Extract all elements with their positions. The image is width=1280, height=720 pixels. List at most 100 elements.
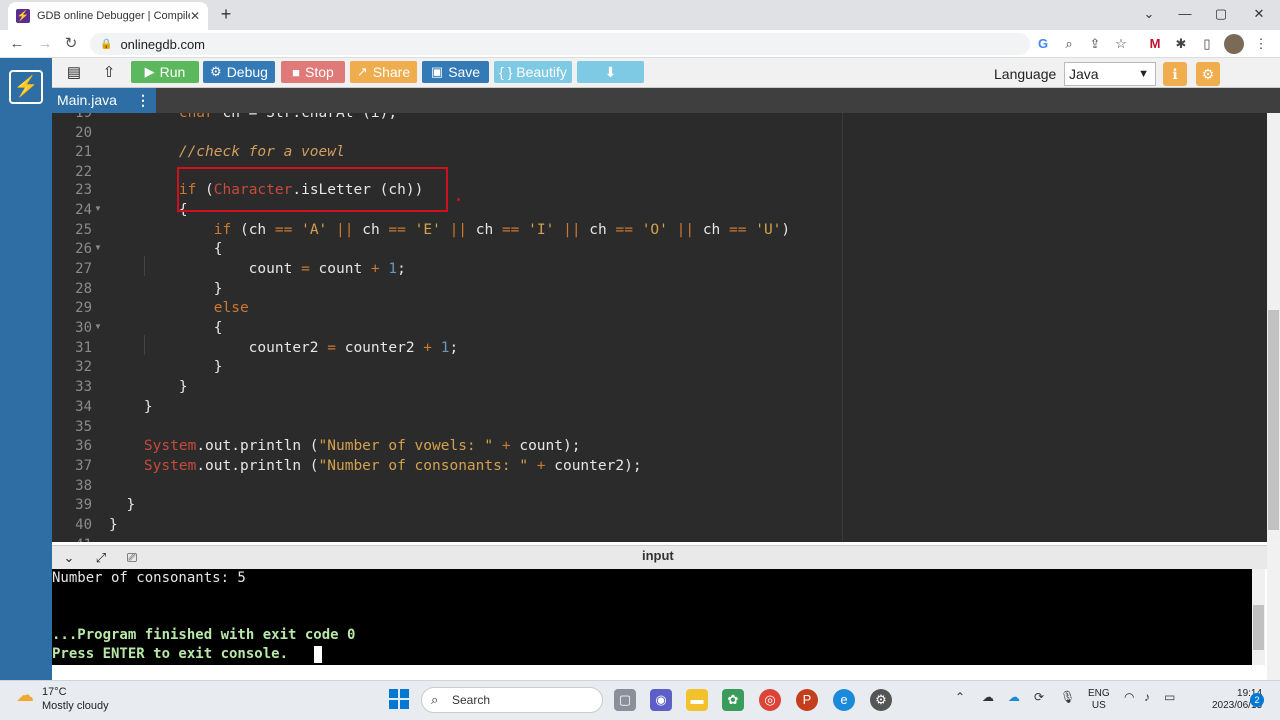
- lang-code: ENG: [1088, 688, 1110, 699]
- gdb-sidebar: [0, 58, 52, 680]
- upload-icon[interactable]: ⇧: [97, 62, 121, 84]
- close-tab-icon[interactable]: ✕: [190, 9, 200, 23]
- debug-button[interactable]: ⚙ Debug: [203, 61, 275, 83]
- code-line: }: [109, 399, 153, 415]
- code-line: }: [109, 359, 223, 375]
- browser-tab-title: GDB online Debugger | Compile: [37, 10, 190, 22]
- line-number: 21: [75, 144, 92, 160]
- tab-search-icon[interactable]: ⌄: [1136, 3, 1162, 25]
- highlight-box: [177, 167, 448, 212]
- line-number: 37: [75, 458, 92, 474]
- code-line: }: [109, 497, 136, 513]
- chrome-icon[interactable]: ◎: [759, 689, 781, 711]
- fold-arrow-icon[interactable]: ▼: [94, 238, 102, 258]
- bookmark-star-icon[interactable]: ☆: [1112, 35, 1130, 53]
- fold-arrow-icon[interactable]: ▼: [94, 317, 102, 337]
- stop-icon: ■: [292, 64, 301, 80]
- extension-m-icon[interactable]: M: [1146, 35, 1164, 53]
- url-text: onlinegdb.com: [120, 36, 206, 52]
- edge-icon[interactable]: e: [833, 689, 855, 711]
- back-arrow-icon[interactable]: ←: [6, 33, 28, 55]
- settings-button[interactable]: ⚙: [1196, 62, 1220, 86]
- console-output[interactable]: Number of consonants: 5 ...Program finis…: [52, 569, 1252, 665]
- onedrive-cloud-icon[interactable]: ☁: [982, 690, 994, 704]
- share-page-icon[interactable]: ⇪: [1086, 35, 1104, 53]
- weather-temp: 17°C: [42, 686, 67, 698]
- line-number: 25: [75, 222, 92, 238]
- profile-avatar[interactable]: [1224, 34, 1244, 54]
- language-label: Language: [994, 66, 1057, 82]
- zoom-icon[interactable]: ⌕: [1060, 35, 1078, 53]
- windows-start-icon[interactable]: [389, 689, 409, 709]
- url-field[interactable]: 🔒 onlinegdb.com: [90, 33, 1030, 55]
- editor-scroll-thumb[interactable]: [1268, 310, 1279, 530]
- beautify-button[interactable]: { } Beautify: [494, 61, 572, 83]
- line-number: 33: [75, 379, 92, 395]
- console-title: input: [642, 548, 674, 563]
- download-button[interactable]: ⬇: [577, 61, 644, 83]
- line-number: 24: [75, 202, 92, 218]
- line-number: 34: [75, 399, 92, 415]
- new-file-icon[interactable]: ▤: [62, 62, 86, 84]
- cloud-sun-icon: ☁: [16, 685, 34, 705]
- browser-tab[interactable]: ⚡ GDB online Debugger | Compile ✕: [8, 2, 208, 30]
- annotation-dot: [457, 198, 460, 201]
- file-explorer-icon[interactable]: ▬: [686, 689, 708, 711]
- store-icon[interactable]: ✿: [722, 689, 744, 711]
- code-line: char ch = Str.charAt (i);: [178, 113, 398, 121]
- volume-icon[interactable]: ♪: [1144, 690, 1150, 704]
- info-button[interactable]: ℹ: [1163, 62, 1187, 86]
- download-icon: ⬇: [604, 63, 617, 80]
- side-panel-icon[interactable]: ▯: [1198, 35, 1216, 53]
- browser-menu-icon[interactable]: ⋮: [1252, 35, 1270, 53]
- file-tab-label: Main.java: [57, 92, 117, 108]
- task-view-icon[interactable]: ▢: [614, 689, 636, 711]
- run-label: Run: [159, 64, 186, 80]
- run-button[interactable]: ▶ Run: [131, 61, 199, 83]
- maximize-window-button[interactable]: ▢: [1208, 3, 1234, 25]
- expand-icon[interactable]: ⤢: [91, 549, 111, 567]
- collapse-chevron-icon[interactable]: ⌄: [59, 549, 79, 567]
- line-number: 38: [75, 478, 92, 494]
- onedrive-blue-icon[interactable]: ☁: [1008, 690, 1020, 704]
- language-value: Java: [1069, 66, 1099, 82]
- forward-arrow-icon[interactable]: →: [34, 33, 56, 55]
- share-button[interactable]: ↗ Share: [350, 61, 417, 83]
- reload-icon[interactable]: ↻: [60, 33, 82, 55]
- line-number: 31: [75, 340, 92, 356]
- puzzle-icon[interactable]: ✱: [1172, 35, 1190, 53]
- new-tab-button[interactable]: +: [216, 4, 236, 24]
- code-editor[interactable]: 19 20 21 22 23 24 25 26 27 28 29 30 31 32 33 34 35 36 37 38…: [52, 113, 1267, 542]
- language-select[interactable]: Java ▼: [1064, 62, 1156, 86]
- taskbar-search[interactable]: ⌕ Search: [421, 687, 603, 713]
- sync-icon[interactable]: ⟳: [1034, 690, 1044, 704]
- google-icon[interactable]: G: [1034, 35, 1052, 53]
- fold-arrow-icon[interactable]: ▼: [94, 199, 102, 219]
- powerpoint-icon[interactable]: P: [796, 689, 818, 711]
- tab-main-java[interactable]: Main.java ⋮: [52, 88, 156, 113]
- page-scrollbar[interactable]: [1267, 542, 1280, 680]
- search-label: Search: [452, 693, 491, 707]
- clear-console-icon[interactable]: ⎚: [122, 549, 142, 567]
- stop-button[interactable]: ■ Stop: [281, 61, 345, 83]
- battery-icon[interactable]: ▭: [1164, 690, 1175, 704]
- close-window-button[interactable]: ✕: [1246, 3, 1272, 25]
- input-language[interactable]: ENG US: [1088, 688, 1110, 712]
- show-hidden-icons-chevron[interactable]: ⌃: [955, 690, 965, 704]
- microphone-icon[interactable]: 🎙: [1060, 690, 1075, 704]
- code-line: //check for a voewl: [178, 144, 345, 160]
- notification-badge[interactable]: 2: [1250, 693, 1264, 707]
- wifi-icon[interactable]: ◠: [1124, 690, 1134, 704]
- gdb-logo-icon[interactable]: ⚡: [9, 70, 43, 104]
- debug-icon: ⚙: [210, 64, 222, 79]
- chat-icon[interactable]: ◉: [650, 689, 672, 711]
- file-menu-icon[interactable]: ⋮: [136, 88, 150, 113]
- console-scroll-thumb[interactable]: [1253, 605, 1264, 650]
- line-number: 36: [75, 438, 92, 454]
- minimize-window-button[interactable]: —: [1172, 3, 1198, 25]
- debug-label: Debug: [226, 64, 268, 80]
- share-label: Share: [372, 64, 411, 80]
- console-cursor: [314, 646, 322, 663]
- recorder-icon[interactable]: ⚙: [870, 689, 892, 711]
- save-button[interactable]: ▣ Save: [422, 61, 489, 83]
